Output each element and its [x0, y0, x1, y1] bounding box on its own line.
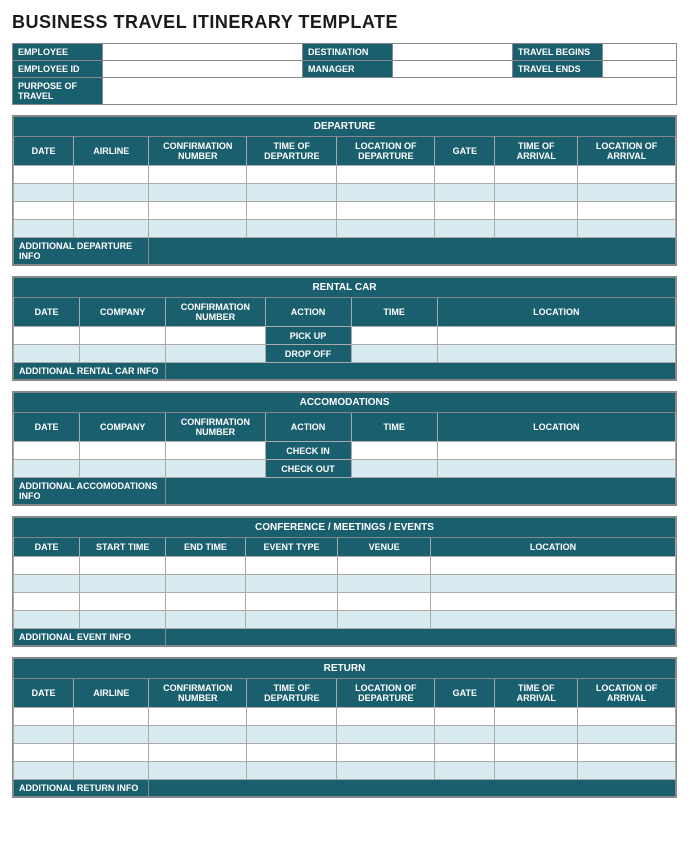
departure-additional-label: ADDITIONAL DEPARTURE INFO [14, 238, 149, 265]
events-section: CONFERENCE / MEETINGS / EVENTS DATE STAR… [12, 516, 677, 647]
table-row[interactable]: PICK UP [14, 327, 676, 345]
rc-col-time: TIME [351, 298, 437, 327]
acc-col-date: DATE [14, 413, 80, 442]
rental-car-section: RENTAL CAR DATE COMPANY CONFIRMATION NUM… [12, 276, 677, 381]
ev-col-date: DATE [14, 538, 80, 557]
return-additional-label: ADDITIONAL RETURN INFO [14, 780, 149, 797]
rc-col-confirmation: CONFIRMATION NUMBER [166, 298, 265, 327]
dep-col-loc-dep: LOCATION OF DEPARTURE [337, 137, 435, 166]
purpose-value[interactable] [103, 78, 677, 105]
departure-additional-row: ADDITIONAL DEPARTURE INFO [14, 238, 676, 265]
table-row[interactable] [14, 726, 676, 744]
acc-col-location: LOCATION [437, 413, 675, 442]
table-row[interactable] [14, 611, 676, 629]
return-section: RETURN DATE AIRLINE CONFIRMATION NUMBER … [12, 657, 677, 798]
table-row[interactable] [14, 557, 676, 575]
dep-col-gate: GATE [435, 137, 495, 166]
employee-label: EMPLOYEE [13, 44, 103, 61]
dep-col-time-dep: TIME OF DEPARTURE [247, 137, 337, 166]
accommodations-additional-label: ADDITIONAL ACCOMODATIONS INFO [14, 478, 166, 505]
table-row[interactable] [14, 744, 676, 762]
return-additional-row: ADDITIONAL RETURN INFO [14, 780, 676, 797]
employee-value[interactable] [103, 44, 303, 61]
travel-ends-label: TRAVEL ENDS [513, 61, 603, 78]
accommodations-additional-row: ADDITIONAL ACCOMODATIONS INFO [14, 478, 676, 505]
ret-col-date: DATE [14, 679, 74, 708]
acc-col-time: TIME [351, 413, 437, 442]
checkout-action: CHECK OUT [265, 460, 351, 478]
table-row[interactable] [14, 202, 676, 220]
rc-col-location: LOCATION [437, 298, 675, 327]
ret-col-airline: AIRLINE [74, 679, 149, 708]
checkin-action: CHECK IN [265, 442, 351, 460]
ret-col-gate: GATE [435, 679, 495, 708]
events-title: CONFERENCE / MEETINGS / EVENTS [14, 518, 676, 538]
pickup-action: PICK UP [265, 327, 351, 345]
table-row[interactable] [14, 762, 676, 780]
table-row[interactable] [14, 184, 676, 202]
table-row[interactable] [14, 593, 676, 611]
table-row[interactable] [14, 575, 676, 593]
manager-label: MANAGER [303, 61, 393, 78]
rc-col-company: COMPANY [80, 298, 166, 327]
rc-col-date: DATE [14, 298, 80, 327]
dep-col-airline: AIRLINE [74, 137, 149, 166]
travel-begins-value[interactable] [603, 44, 677, 61]
departure-title: DEPARTURE [14, 117, 676, 137]
acc-col-confirmation: CONFIRMATION NUMBER [166, 413, 265, 442]
dep-col-time-arr: TIME OF ARRIVAL [495, 137, 578, 166]
table-row[interactable]: CHECK IN [14, 442, 676, 460]
table-row[interactable] [14, 708, 676, 726]
ret-col-loc-arr: LOCATION OF ARRIVAL [578, 679, 676, 708]
dep-col-date: DATE [14, 137, 74, 166]
ret-col-time-dep: TIME OF DEPARTURE [247, 679, 337, 708]
return-title: RETURN [14, 659, 676, 679]
manager-value[interactable] [393, 61, 513, 78]
table-row[interactable]: DROP OFF [14, 345, 676, 363]
purpose-label: PURPOSE OF TRAVEL [13, 78, 103, 105]
ev-col-start: START TIME [80, 538, 166, 557]
travel-begins-label: TRAVEL BEGINS [513, 44, 603, 61]
rental-car-additional-row: ADDITIONAL RENTAL CAR INFO [14, 363, 676, 380]
employee-id-label: EMPLOYEE ID [13, 61, 103, 78]
table-row[interactable] [14, 220, 676, 238]
table-row[interactable]: CHECK OUT [14, 460, 676, 478]
accommodations-title: ACCOMODATIONS [14, 393, 676, 413]
acc-col-company: COMPANY [80, 413, 166, 442]
rc-col-action: ACTION [265, 298, 351, 327]
ev-col-location: LOCATION [431, 538, 676, 557]
dep-col-confirmation: CONFIRMATION NUMBER [149, 137, 247, 166]
accommodations-section: ACCOMODATIONS DATE COMPANY CONFIRMATION … [12, 391, 677, 506]
destination-value[interactable] [393, 44, 513, 61]
events-additional-row: ADDITIONAL EVENT INFO [14, 629, 676, 646]
events-additional-label: ADDITIONAL EVENT INFO [14, 629, 166, 646]
dep-col-loc-arr: LOCATION OF ARRIVAL [578, 137, 676, 166]
dropoff-action: DROP OFF [265, 345, 351, 363]
travel-ends-value[interactable] [603, 61, 677, 78]
ret-col-loc-dep: LOCATION OF DEPARTURE [337, 679, 435, 708]
ret-col-time-arr: TIME OF ARRIVAL [495, 679, 578, 708]
acc-col-action: ACTION [265, 413, 351, 442]
ret-col-confirmation: CONFIRMATION NUMBER [149, 679, 247, 708]
rental-car-additional-label: ADDITIONAL RENTAL CAR INFO [14, 363, 166, 380]
ev-col-end: END TIME [166, 538, 245, 557]
table-row[interactable] [14, 166, 676, 184]
destination-label: DESTINATION [303, 44, 393, 61]
rental-car-title: RENTAL CAR [14, 278, 676, 298]
ev-col-type: EVENT TYPE [245, 538, 338, 557]
employee-id-value[interactable] [103, 61, 303, 78]
page-title: BUSINESS TRAVEL ITINERARY TEMPLATE [12, 12, 677, 33]
departure-section: DEPARTURE DATE AIRLINE CONFIRMATION NUMB… [12, 115, 677, 266]
ev-col-venue: VENUE [338, 538, 431, 557]
